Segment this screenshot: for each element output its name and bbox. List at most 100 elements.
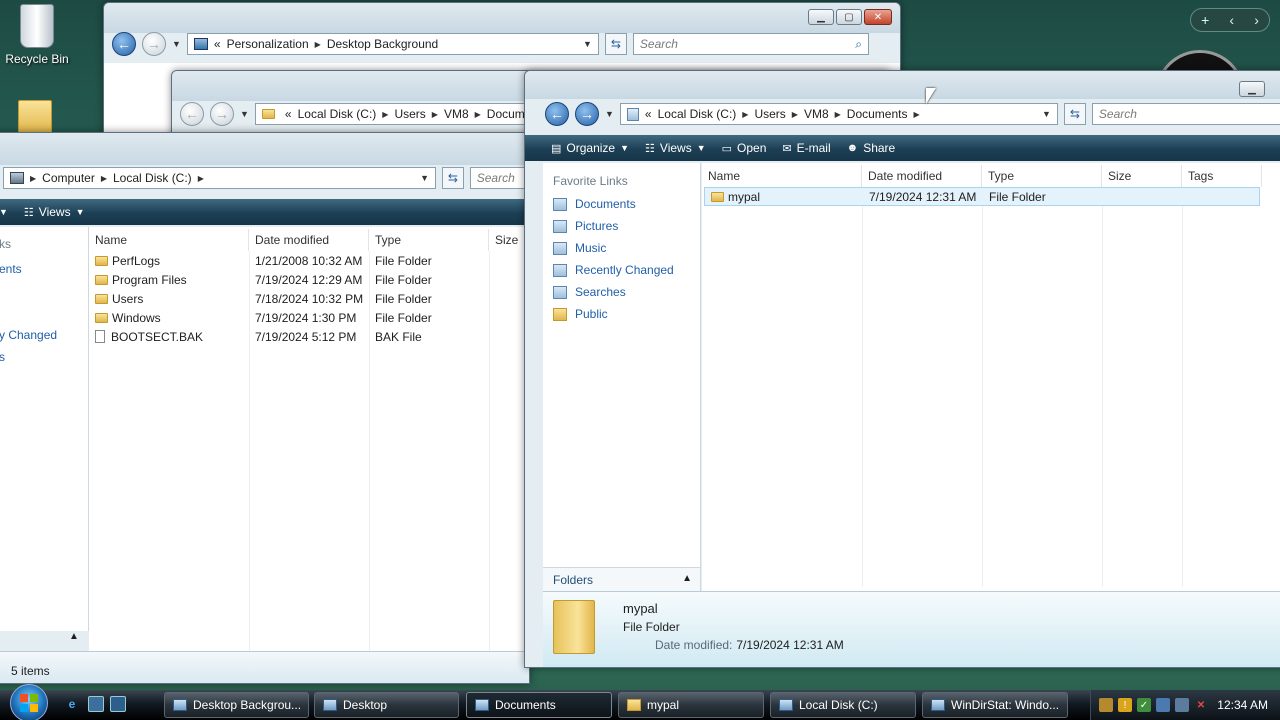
address-dropdown-icon[interactable]: ▼ [420,173,429,183]
breadcrumb-users[interactable]: Users [754,107,785,121]
breadcrumb-documents[interactable]: Documents [847,107,908,121]
column-type[interactable]: Type [982,165,1102,187]
taskbar-button[interactable]: Desktop Backgrou... [164,692,309,718]
breadcrumb-local-disk[interactable]: Local Disk (C:) [658,107,737,121]
switch-windows-icon[interactable] [110,696,126,712]
window-documents[interactable]: ▁ ← → ▼ « Local Disk (C:) ▶ Users ▶ VM8 … [524,70,1280,668]
forward-button[interactable]: → [575,102,599,126]
column-size[interactable]: Size [1102,165,1182,187]
minimize-button[interactable]: ▁ [1239,81,1265,97]
breadcrumb-separator-icon[interactable]: ▶ [30,174,36,183]
taskbar-button[interactable]: Documents [466,692,612,718]
update-tray-icon[interactable]: ✓ [1137,698,1151,712]
breadcrumb-desktop-background[interactable]: Desktop Background [327,37,438,51]
security-tray-icon[interactable]: ! [1118,698,1132,712]
breadcrumb-separator-icon[interactable]: ▶ [835,110,841,119]
breadcrumb-separator-icon[interactable]: ▶ [792,110,798,119]
taskbar-clock[interactable]: 12:34 AM [1217,698,1268,712]
link-searches[interactable]: Searches [553,285,626,299]
back-button[interactable]: ← [112,32,136,56]
table-row[interactable]: mypal 7/19/2024 12:31 AM File Folder [704,187,1260,206]
forward-button[interactable]: → [142,32,166,56]
breadcrumb-local-disk[interactable]: Local Disk (C:) [298,107,377,121]
organize-button[interactable]: ▤ Organize ▼ [551,141,629,155]
table-row[interactable]: Program Files 7/19/2024 12:29 AM File Fold… [89,271,489,290]
title-bar[interactable] [525,71,1280,99]
recent-pages-dropdown[interactable]: ▼ [172,39,181,49]
link-recently-changed[interactable]: Recently Changed [553,263,674,277]
search-input[interactable]: Search [1091,103,1280,125]
breadcrumb-separator-icon[interactable]: ▶ [101,174,107,183]
recent-pages-dropdown[interactable]: ▼ [240,109,249,119]
breadcrumb-overflow-icon[interactable]: « [214,37,221,51]
open-button[interactable]: ▭ Open [722,141,767,155]
display-tray-icon[interactable] [1175,698,1189,712]
taskbar-button[interactable]: WinDirStat: Windo... [922,692,1068,718]
breadcrumb-personalization[interactable]: Personalization [227,37,309,51]
breadcrumb-separator-icon[interactable]: ▶ [475,110,481,119]
gadget-sidebar-controls[interactable]: + ‹ › [1190,8,1270,32]
folder-desktop-icon[interactable] [18,100,52,134]
column-name[interactable]: Name [89,229,249,251]
breadcrumb-overflow-icon[interactable]: « [645,107,652,121]
table-row[interactable]: BOOTSECT.BAK 7/19/2024 5:12 PM BAK File [89,328,489,347]
breadcrumb-vm8[interactable]: VM8 [804,107,829,121]
volume-muted-tray-icon[interactable]: ✕ [1194,698,1208,712]
refresh-button[interactable]: ⇆ [1063,103,1086,125]
breadcrumb-computer[interactable]: Computer [42,171,95,185]
search-input[interactable]: Search [469,167,529,189]
link-searches[interactable]: s [0,350,5,364]
folders-collapse-icon[interactable]: ▲ [682,573,692,584]
column-date-modified[interactable]: Date modified [249,229,369,251]
breadcrumb-vm8[interactable]: VM8 [444,107,469,121]
internet-explorer-icon[interactable]: e [64,696,80,712]
link-pictures[interactable]: Pictures [553,219,618,233]
show-desktop-icon[interactable] [88,696,104,712]
share-button[interactable]: ☻ Share [847,141,896,155]
breadcrumb-separator-icon[interactable]: ▶ [432,110,438,119]
link-documents[interactable]: Documents [553,197,636,211]
prev-gadget-icon[interactable]: ‹ [1229,12,1234,28]
email-button[interactable]: ✉ E-mail [782,141,830,155]
taskbar-button[interactable]: Local Disk (C:) [770,692,916,718]
start-button[interactable] [10,684,48,720]
refresh-button[interactable]: ⇆ [604,33,627,55]
link-documents[interactable]: ents [0,262,22,276]
link-music[interactable]: Music [553,241,606,255]
maximize-button[interactable]: ▢ [836,9,862,25]
address-bar[interactable]: « Local Disk (C:) ▶ Users ▶ VM8 ▶ Docume… [619,103,1058,125]
search-input[interactable]: Search ⌕ [632,33,869,55]
window-local-disk[interactable]: ▶ Computer ▶ Local Disk (C:) ▶ ▼ ⇆ Searc… [0,132,530,684]
breadcrumb-separator-icon[interactable]: ▶ [382,110,388,119]
address-dropdown-icon[interactable]: ▼ [1042,109,1051,119]
column-tags[interactable]: Tags [1182,165,1262,187]
breadcrumb-local-disk[interactable]: Local Disk (C:) [113,171,192,185]
file-list[interactable]: Name Date modified Type Size PerfLogs 1/2… [89,227,529,657]
breadcrumb-separator-icon[interactable]: ▶ [315,40,321,49]
breadcrumb-separator-icon[interactable]: ▶ [198,174,204,183]
add-gadget-icon[interactable]: + [1201,12,1209,28]
breadcrumb-documents[interactable]: Docum [487,107,525,121]
breadcrumb-separator-icon[interactable]: ▶ [914,110,920,119]
table-row[interactable]: PerfLogs 1/21/2008 10:32 AM File Folder [89,252,489,271]
link-public[interactable]: Public [553,307,608,321]
back-button[interactable]: ← [545,102,569,126]
organize-dropdown-icon[interactable]: ▼ [0,207,8,217]
link-recently-changed[interactable]: y Changed [0,328,57,342]
forward-button[interactable]: → [210,102,234,126]
views-button[interactable]: ☷ Views ▼ [24,205,85,219]
next-gadget-icon[interactable]: › [1254,12,1259,28]
breadcrumb-overflow-icon[interactable]: « [285,107,292,121]
views-button[interactable]: ☷ Views ▼ [645,141,706,155]
folders-collapse-icon[interactable]: ▲ [69,631,79,642]
column-type[interactable]: Type [369,229,489,251]
taskbar-button[interactable]: Desktop [314,692,459,718]
back-button[interactable]: ← [180,102,204,126]
minimize-button[interactable]: ▁ [808,9,834,25]
recent-pages-dropdown[interactable]: ▼ [605,109,614,119]
close-button[interactable]: ✕ [864,9,892,25]
table-row[interactable]: Windows 7/19/2024 1:30 PM File Folder [89,309,489,328]
table-row[interactable]: Users 7/18/2024 10:32 PM File Folder [89,290,489,309]
refresh-button[interactable]: ⇆ [442,167,464,189]
flag-tray-icon[interactable] [1156,698,1170,712]
